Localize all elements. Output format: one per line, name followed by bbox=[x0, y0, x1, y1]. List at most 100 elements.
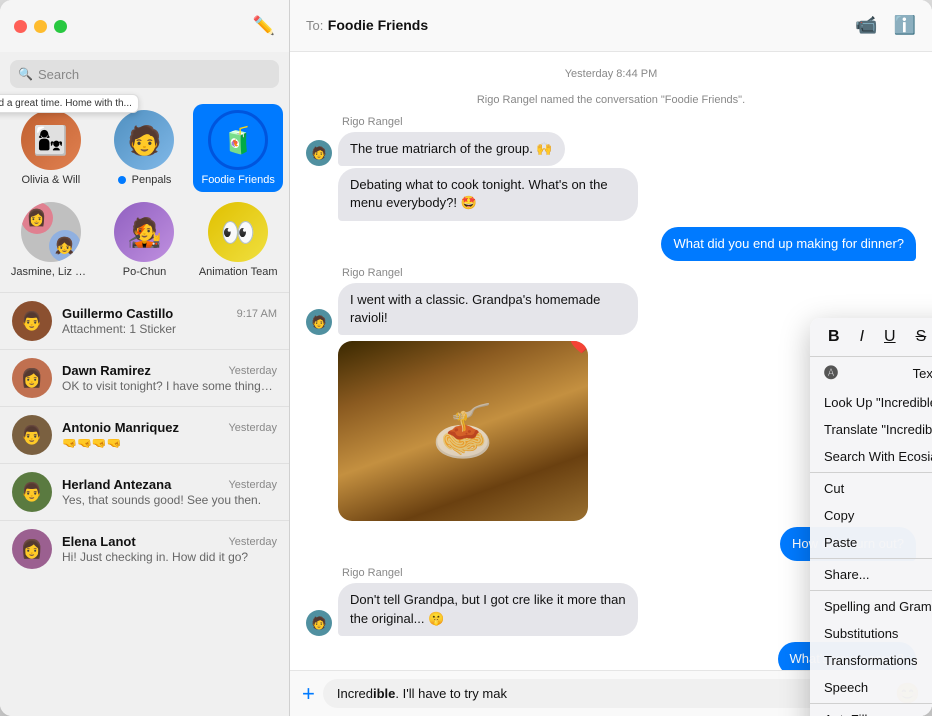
maximize-button[interactable] bbox=[54, 20, 67, 33]
menu-item-autofill[interactable]: AutoFill ▶ bbox=[810, 706, 932, 716]
conv-name-elena: Elena Lanot bbox=[62, 534, 136, 549]
menu-label-text-effects: Text Effects bbox=[913, 366, 932, 381]
search-bar[interactable]: 🔍 Search bbox=[10, 60, 279, 88]
menu-item-copy[interactable]: Copy bbox=[810, 502, 932, 529]
conv-name-dawn: Dawn Ramirez bbox=[62, 363, 151, 378]
msg-row-1: 🧑 The true matriarch of the group. 🙌 bbox=[306, 132, 916, 166]
bubble-outgoing-1: What did you end up making for dinner? bbox=[661, 227, 916, 261]
input-text-ible: ible bbox=[373, 686, 395, 701]
conv-content-antonio: Antonio Manriquez Yesterday 🤜🤜🤜🤜 bbox=[62, 420, 277, 450]
minimize-button[interactable] bbox=[34, 20, 47, 33]
conv-preview-guillermo: Attachment: 1 Sticker bbox=[62, 322, 277, 336]
avatar-pochun: 🧑‍🎤 bbox=[114, 202, 174, 262]
sidebar: ✏️ 🔍 Search We had a great time. Home wi… bbox=[0, 0, 290, 716]
bubble-animation-team[interactable]: 👀 Animation Team bbox=[193, 196, 283, 284]
menu-item-speech[interactable]: Speech ▶ bbox=[810, 674, 932, 701]
add-button[interactable]: + bbox=[302, 681, 315, 707]
video-call-icon[interactable]: 📹 bbox=[855, 15, 877, 36]
menu-label-autofill: AutoFill bbox=[824, 712, 867, 716]
conv-avatar-guillermo: 👨 bbox=[12, 301, 52, 341]
avatar-olivia-will: 👩‍👧 bbox=[21, 110, 81, 170]
menu-item-search-ecosia[interactable]: Search With Ecosia bbox=[810, 443, 932, 470]
conv-preview-herland: Yes, that sounds good! See you then. bbox=[62, 493, 277, 507]
menu-label-cut: Cut bbox=[824, 481, 844, 496]
text-effects-icon: 🅐 bbox=[824, 363, 838, 383]
menu-label-share: Share... bbox=[824, 567, 870, 582]
format-italic-button[interactable]: I bbox=[856, 326, 868, 348]
conv-time-guillermo: 9:17 AM bbox=[237, 308, 277, 320]
contact-name-animation-team: Animation Team bbox=[199, 266, 278, 278]
conv-avatar-herland: 👨 bbox=[12, 472, 52, 512]
system-time: Yesterday 8:44 PM bbox=[306, 68, 916, 80]
contact-name-penpals: Penpals bbox=[118, 174, 172, 186]
menu-divider-4 bbox=[810, 703, 932, 704]
menu-item-translate[interactable]: Translate "Incredible. I'll have to try.… bbox=[810, 416, 932, 443]
bubble-penpals[interactable]: 🧑 Penpals bbox=[100, 104, 190, 192]
bubble-foodie-friends[interactable]: 🧃 Foodie Friends bbox=[193, 104, 283, 192]
conv-elena[interactable]: 👩 Elena Lanot Yesterday Hi! Just checkin… bbox=[0, 520, 289, 577]
conv-dawn[interactable]: 👩 Dawn Ramirez Yesterday OK to visit ton… bbox=[0, 349, 289, 406]
contact-name-foodie-friends: Foodie Friends bbox=[201, 174, 274, 186]
bubble-pochun[interactable]: 🧑‍🎤 Po-Chun bbox=[100, 196, 190, 284]
menu-format-bar: B I U S bbox=[810, 318, 932, 357]
conv-name-guillermo: Guillermo Castillo bbox=[62, 306, 173, 321]
bubble-jasmine-liz[interactable]: 👩 👧 Jasmine, Liz &... bbox=[6, 196, 96, 284]
conv-content-herland: Herland Antezana Yesterday Yes, that sou… bbox=[62, 477, 277, 507]
bubble-msg-2: Debating what to cook tonight. What's on… bbox=[338, 168, 638, 220]
conv-content-dawn: Dawn Ramirez Yesterday OK to visit tonig… bbox=[62, 363, 277, 393]
conv-avatar-elena: 👩 bbox=[12, 529, 52, 569]
menu-item-transformations[interactable]: Transformations ▶ bbox=[810, 647, 932, 674]
close-button[interactable] bbox=[14, 20, 27, 33]
msg-avatar-rigo: 🧑 bbox=[306, 140, 332, 166]
search-placeholder: Search bbox=[38, 67, 79, 82]
conv-guillermo[interactable]: 👨 Guillermo Castillo 9:17 AM Attachment:… bbox=[0, 292, 289, 349]
ravioli-image: 🍝 ❤️ bbox=[338, 341, 588, 521]
info-icon[interactable]: ℹ️ bbox=[894, 15, 916, 36]
menu-item-cut[interactable]: Cut bbox=[810, 475, 932, 502]
sender-rigo-1: Rigo Rangel bbox=[342, 116, 916, 128]
input-text-incred: Incred bbox=[337, 686, 373, 701]
conv-avatar-dawn: 👩 bbox=[12, 358, 52, 398]
msg-avatar-rigo-2: 🧑 bbox=[306, 309, 332, 335]
system-rename-msg: Rigo Rangel named the conversation "Food… bbox=[306, 94, 916, 106]
heart-reaction: ❤️ bbox=[569, 341, 588, 356]
menu-item-substitutions[interactable]: Substitutions ▶ bbox=[810, 620, 932, 647]
titlebar: ✏️ bbox=[0, 0, 289, 52]
avatar-penpals: 🧑 bbox=[114, 110, 174, 170]
menu-divider-2 bbox=[810, 558, 932, 559]
compose-icon[interactable]: ✏️ bbox=[253, 16, 275, 37]
format-underline-button[interactable]: U bbox=[880, 326, 900, 348]
msg-row-2: Debating what to cook tonight. What's on… bbox=[306, 168, 916, 220]
menu-label-search-ecosia: Search With Ecosia bbox=[824, 449, 932, 464]
menu-item-lookup[interactable]: Look Up "Incredible. I'll have to try...… bbox=[810, 389, 932, 416]
conv-herland[interactable]: 👨 Herland Antezana Yesterday Yes, that s… bbox=[0, 463, 289, 520]
menu-label-spelling: Spelling and Grammar bbox=[824, 599, 932, 614]
menu-divider-1 bbox=[810, 472, 932, 473]
chat-title: Foodie Friends bbox=[328, 17, 428, 33]
menu-label-lookup: Look Up "Incredible. I'll have to try...… bbox=[824, 395, 932, 410]
msg-row-outgoing-1: What did you end up making for dinner? bbox=[306, 227, 916, 261]
avatar-animation-team: 👀 bbox=[208, 202, 268, 262]
menu-label-copy: Copy bbox=[824, 508, 854, 523]
conv-antonio[interactable]: 👨 Antonio Manriquez Yesterday 🤜🤜🤜🤜 bbox=[0, 406, 289, 463]
message-input[interactable]: Incredible. I'll have to try mak bbox=[323, 679, 887, 708]
menu-item-paste[interactable]: Paste bbox=[810, 529, 932, 556]
conv-content-guillermo: Guillermo Castillo 9:17 AM Attachment: 1… bbox=[62, 306, 277, 336]
format-bold-button[interactable]: B bbox=[824, 326, 844, 348]
menu-divider-3 bbox=[810, 590, 932, 591]
main-panel: To: Foodie Friends 📹 ℹ️ Yesterday 8:44 P… bbox=[290, 0, 932, 716]
menu-item-text-effects[interactable]: 🅐 Text Effects ▶ Big Small Shake Nod Exp… bbox=[810, 357, 932, 389]
conv-preview-elena: Hi! Just checking in. How did it go? bbox=[62, 550, 277, 564]
bubble-olivia-will[interactable]: We had a great time. Home with th... 👩‍👧… bbox=[6, 104, 96, 192]
chat-to-label: To: bbox=[306, 18, 323, 33]
menu-item-spelling[interactable]: Spelling and Grammar ▶ bbox=[810, 593, 932, 620]
messages-window: ✏️ 🔍 Search We had a great time. Home wi… bbox=[0, 0, 932, 716]
menu-item-share[interactable]: Share... bbox=[810, 561, 932, 588]
bubble-msg-3: I went with a classic. Grandpa's homemad… bbox=[338, 283, 638, 335]
contact-name-jasmine-liz: Jasmine, Liz &... bbox=[11, 266, 91, 278]
msg-group-1: Rigo Rangel 🧑 The true matriarch of the … bbox=[306, 116, 916, 221]
conv-content-elena: Elena Lanot Yesterday Hi! Just checking … bbox=[62, 534, 277, 564]
conv-time-herland: Yesterday bbox=[228, 479, 277, 491]
format-strikethrough-button[interactable]: S bbox=[912, 326, 931, 348]
chat-to-field: To: Foodie Friends bbox=[306, 17, 428, 35]
